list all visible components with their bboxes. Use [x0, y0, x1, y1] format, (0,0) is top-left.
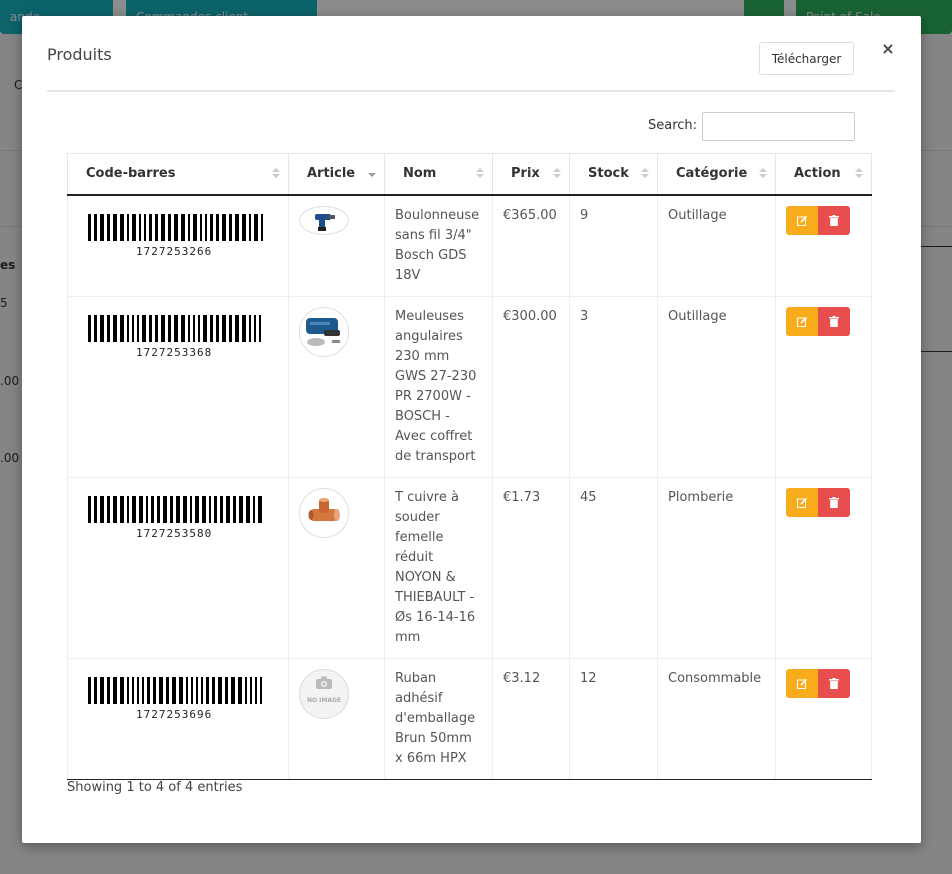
product-price: €1.73	[492, 476, 570, 659]
edit-icon	[796, 215, 807, 226]
product-stock: 12	[569, 657, 658, 780]
barcode-cell: 1727253580	[67, 476, 289, 659]
close-icon[interactable]: ×	[879, 39, 897, 59]
product-category: Consommable	[657, 657, 776, 780]
modal-title: Produits	[47, 45, 112, 64]
products-table-wrapper: Code-barres Article Nom Prix Stock Catég…	[67, 153, 872, 780]
products-modal: Produits Télécharger × Search: Code-barr…	[22, 16, 921, 843]
barcode-image	[88, 495, 269, 523]
trash-icon	[829, 496, 839, 508]
delete-button[interactable]	[818, 668, 850, 698]
edit-icon	[796, 678, 807, 689]
sort-desc-icon	[368, 168, 376, 180]
no-image-placeholder: NO IMAGE	[299, 668, 349, 719]
product-stock: 3	[569, 295, 658, 478]
table-row: 1727253368 Meuleuses angulaires 230 mm G…	[67, 295, 872, 478]
action-cell	[775, 476, 872, 659]
product-category: Outillage	[657, 194, 776, 297]
product-name: Ruban adhésif d'emballage Brun 50mm x 66…	[384, 657, 493, 780]
article-cell	[288, 476, 385, 659]
table-row: 1727253580 T cuivre à souder femelle réd…	[67, 476, 872, 659]
sort-icon	[641, 168, 649, 180]
grinder-image	[299, 306, 349, 357]
barcode-number: 1727253580	[136, 526, 213, 540]
product-name: Meuleuses angulaires 230 mm GWS 27-230 P…	[384, 295, 493, 478]
sort-icon	[553, 168, 561, 180]
copper-tee-image	[299, 487, 349, 538]
product-price: €365.00	[492, 194, 570, 297]
trash-icon	[829, 315, 839, 327]
edit-button[interactable]	[786, 487, 818, 517]
action-cell	[775, 657, 872, 780]
product-category: Outillage	[657, 295, 776, 478]
product-stock: 45	[569, 476, 658, 659]
download-button[interactable]: Télécharger	[759, 42, 854, 75]
action-cell	[775, 295, 872, 478]
edit-icon	[796, 316, 807, 327]
table-header-row: Code-barres Article Nom Prix Stock Catég…	[67, 153, 872, 196]
article-cell	[288, 295, 385, 478]
table-info: Showing 1 to 4 of 4 entries	[67, 780, 243, 795]
sort-icon	[855, 168, 863, 180]
barcode-cell: 1727253696	[67, 657, 289, 780]
sort-icon	[272, 168, 280, 180]
column-header-category[interactable]: Catégorie	[657, 153, 776, 196]
column-header-article[interactable]: Article	[288, 153, 385, 196]
delete-button[interactable]	[818, 205, 850, 235]
barcode-cell: 1727253266	[67, 194, 289, 297]
trash-icon	[829, 677, 839, 689]
sort-icon	[759, 168, 767, 180]
search-input[interactable]	[702, 112, 855, 141]
product-price: €300.00	[492, 295, 570, 478]
delete-button[interactable]	[818, 306, 850, 336]
product-stock: 9	[569, 194, 658, 297]
trash-icon	[829, 214, 839, 226]
edit-button[interactable]	[786, 306, 818, 336]
table-row: 1727253266 Boulonneuse sans fil 3/4" Bos…	[67, 194, 872, 297]
products-table: Code-barres Article Nom Prix Stock Catég…	[67, 153, 872, 780]
no-image-label: NO IMAGE	[306, 697, 342, 704]
barcode-image	[88, 676, 269, 704]
column-header-price[interactable]: Prix	[492, 153, 570, 196]
table-row: 1727253696 NO IMAGE Ruban adhésif d'emba…	[67, 657, 872, 780]
drill-image	[299, 205, 349, 235]
column-header-action[interactable]: Action	[775, 153, 872, 196]
edit-icon	[796, 497, 807, 508]
search-label: Search:	[648, 118, 698, 133]
sort-icon	[476, 168, 484, 180]
column-header-barcode[interactable]: Code-barres	[67, 153, 289, 196]
delete-button[interactable]	[818, 487, 850, 517]
column-header-name[interactable]: Nom	[384, 153, 493, 196]
barcode-number: 1727253368	[136, 345, 213, 359]
barcode-number: 1727253696	[136, 707, 213, 721]
column-header-stock[interactable]: Stock	[569, 153, 658, 196]
edit-button[interactable]	[786, 668, 818, 698]
article-cell: NO IMAGE	[288, 657, 385, 780]
edit-button[interactable]	[786, 205, 818, 235]
barcode-image	[88, 213, 269, 241]
product-price: €3.12	[492, 657, 570, 780]
product-category: Plomberie	[657, 476, 776, 659]
barcode-number: 1727253266	[136, 244, 213, 258]
camera-icon	[316, 676, 332, 689]
barcode-image	[88, 314, 269, 342]
barcode-cell: 1727253368	[67, 295, 289, 478]
article-cell	[288, 194, 385, 297]
product-name: T cuivre à souder femelle réduit NOYON &…	[384, 476, 493, 659]
action-cell	[775, 194, 872, 297]
product-name: Boulonneuse sans fil 3/4" Bosch GDS 18V	[384, 194, 493, 297]
header-divider	[47, 90, 895, 92]
